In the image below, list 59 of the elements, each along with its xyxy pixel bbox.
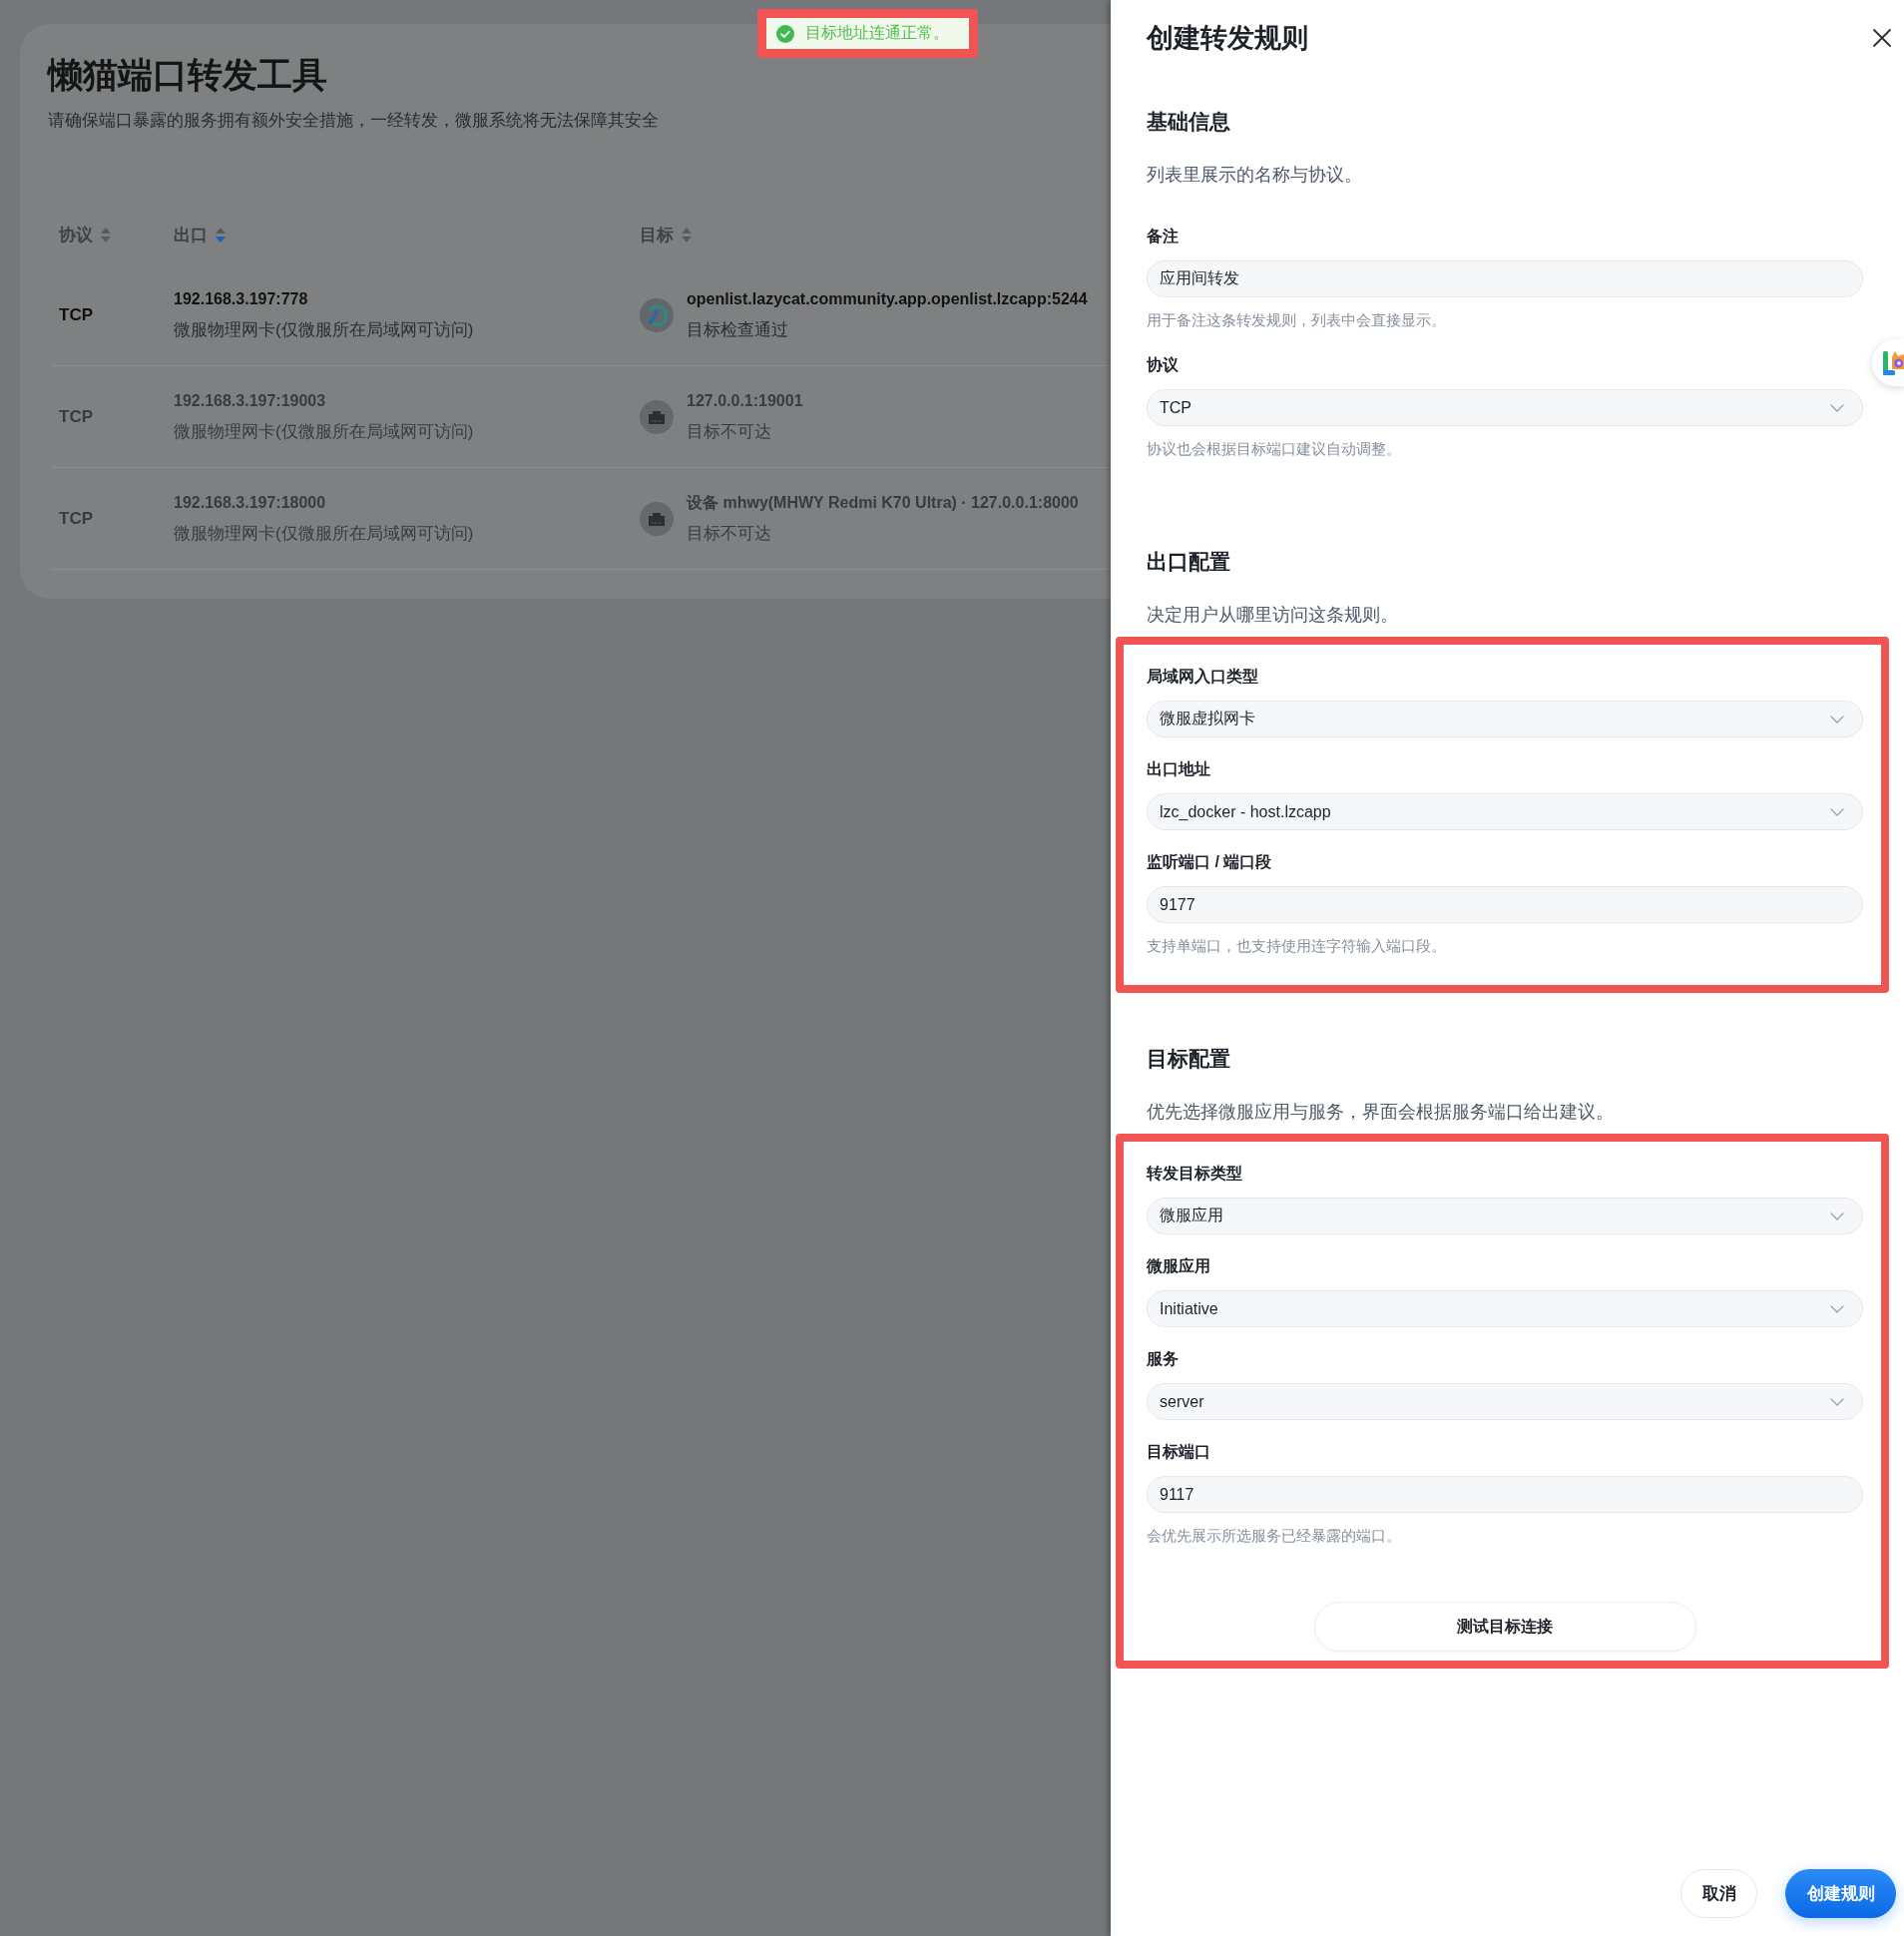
target-status: 目标不可达 — [687, 420, 771, 443]
chevron-down-icon — [1830, 715, 1844, 724]
target-status: 目标检查通过 — [687, 318, 788, 341]
section-description: 决定用户从哪里访问这条规则。 — [1147, 604, 1399, 627]
section-title: 出口配置 — [1147, 549, 1231, 575]
text-input[interactable]: 9117 — [1147, 1476, 1863, 1513]
field-label: 备注 — [1147, 227, 1180, 246]
dropdown-select[interactable]: 微服应用 — [1147, 1198, 1863, 1234]
chevron-down-icon — [1830, 1211, 1844, 1220]
dropdown-select[interactable]: 微服虚拟网卡 — [1147, 701, 1863, 737]
field-label: 服务 — [1147, 1349, 1180, 1369]
chevron-down-icon — [1830, 403, 1844, 412]
exit-address: 192.168.3.197:19003 — [174, 390, 326, 411]
exit-address: 192.168.3.197:18000 — [174, 492, 326, 513]
field-hint: 支持单端口，也支持使用连字符输入端口段。 — [1147, 936, 1447, 956]
dropdown-select[interactable]: server — [1147, 1383, 1863, 1420]
close-icon[interactable] — [1872, 28, 1892, 48]
field-hint: 用于备注这条转发规则，列表中会直接显示。 — [1147, 310, 1447, 330]
cancel-button[interactable]: 取消 — [1680, 1869, 1757, 1918]
dropdown-select[interactable]: lzc_docker - host.lzcapp — [1147, 793, 1863, 830]
protocol-cell-text: TCP — [58, 304, 94, 325]
text-input[interactable]: 应用间转发 — [1147, 260, 1863, 297]
text-input[interactable]: 9177 — [1147, 886, 1863, 923]
exit-interface: 微服物理网卡(仅微服所在局域网可访问) — [174, 420, 474, 443]
field-label: 目标端口 — [1147, 1442, 1211, 1462]
drawer-title: 创建转发规则 — [1147, 22, 1308, 55]
protocol-cell-text: TCP — [58, 406, 94, 427]
dropdown-select[interactable]: Initiative — [1147, 1290, 1863, 1327]
page-title: 懒猫端口转发工具 — [48, 54, 328, 96]
field-label: 出口地址 — [1147, 759, 1211, 779]
section-title: 目标配置 — [1147, 1046, 1231, 1072]
target-address: openlist.lazycat.community.app.openlist.lzcapp:5244 — [687, 288, 1088, 309]
section-description: 列表里展示的名称与协议。 — [1147, 164, 1363, 187]
test-connection-button[interactable]: 测试目标连接 — [1313, 1602, 1696, 1652]
exit-address: 192.168.3.197:778 — [174, 288, 308, 309]
exit-interface: 微服物理网卡(仅微服所在局域网可访问) — [174, 522, 474, 545]
field-label: 微服应用 — [1147, 1256, 1211, 1276]
page-subtitle: 请确保端口暴露的服务拥有额外安全措施，一经转发，微服系统将无法保障其安全 — [48, 110, 660, 132]
field-label: 协议 — [1147, 355, 1180, 375]
chevron-down-icon — [1830, 1397, 1844, 1406]
exit-interface: 微服物理网卡(仅微服所在局域网可访问) — [174, 318, 474, 341]
logo-icon — [1883, 349, 1904, 375]
section-description: 优先选择微服应用与服务，界面会根据服务端口给出建议。 — [1147, 1101, 1615, 1124]
field-label: 监听端口 / 端口段 — [1147, 852, 1273, 872]
target-address: 设备 mhwy(MHWY Redmi K70 Ultra) · 127.0.0.1:8000 — [687, 492, 1079, 513]
chevron-down-icon — [1830, 807, 1844, 816]
target-status: 目标不可达 — [687, 522, 771, 545]
chevron-down-icon — [1830, 1304, 1844, 1313]
field-label: 局域网入口类型 — [1147, 667, 1259, 687]
section-title: 基础信息 — [1147, 109, 1231, 135]
dropdown-select[interactable]: TCP — [1147, 389, 1863, 426]
toast-text: 目标地址连通正常。 — [805, 23, 949, 43]
submit-button[interactable]: 创建规则 — [1785, 1869, 1896, 1918]
target-address: 127.0.0.1:19001 — [687, 390, 803, 411]
field-hint: 协议也会根据目标端口建议自动调整。 — [1147, 439, 1402, 459]
field-label: 转发目标类型 — [1147, 1164, 1243, 1184]
field-hint: 会优先展示所选服务已经暴露的端口。 — [1147, 1526, 1402, 1546]
check-circle-icon — [776, 24, 794, 43]
protocol-cell-text: TCP — [58, 508, 94, 529]
